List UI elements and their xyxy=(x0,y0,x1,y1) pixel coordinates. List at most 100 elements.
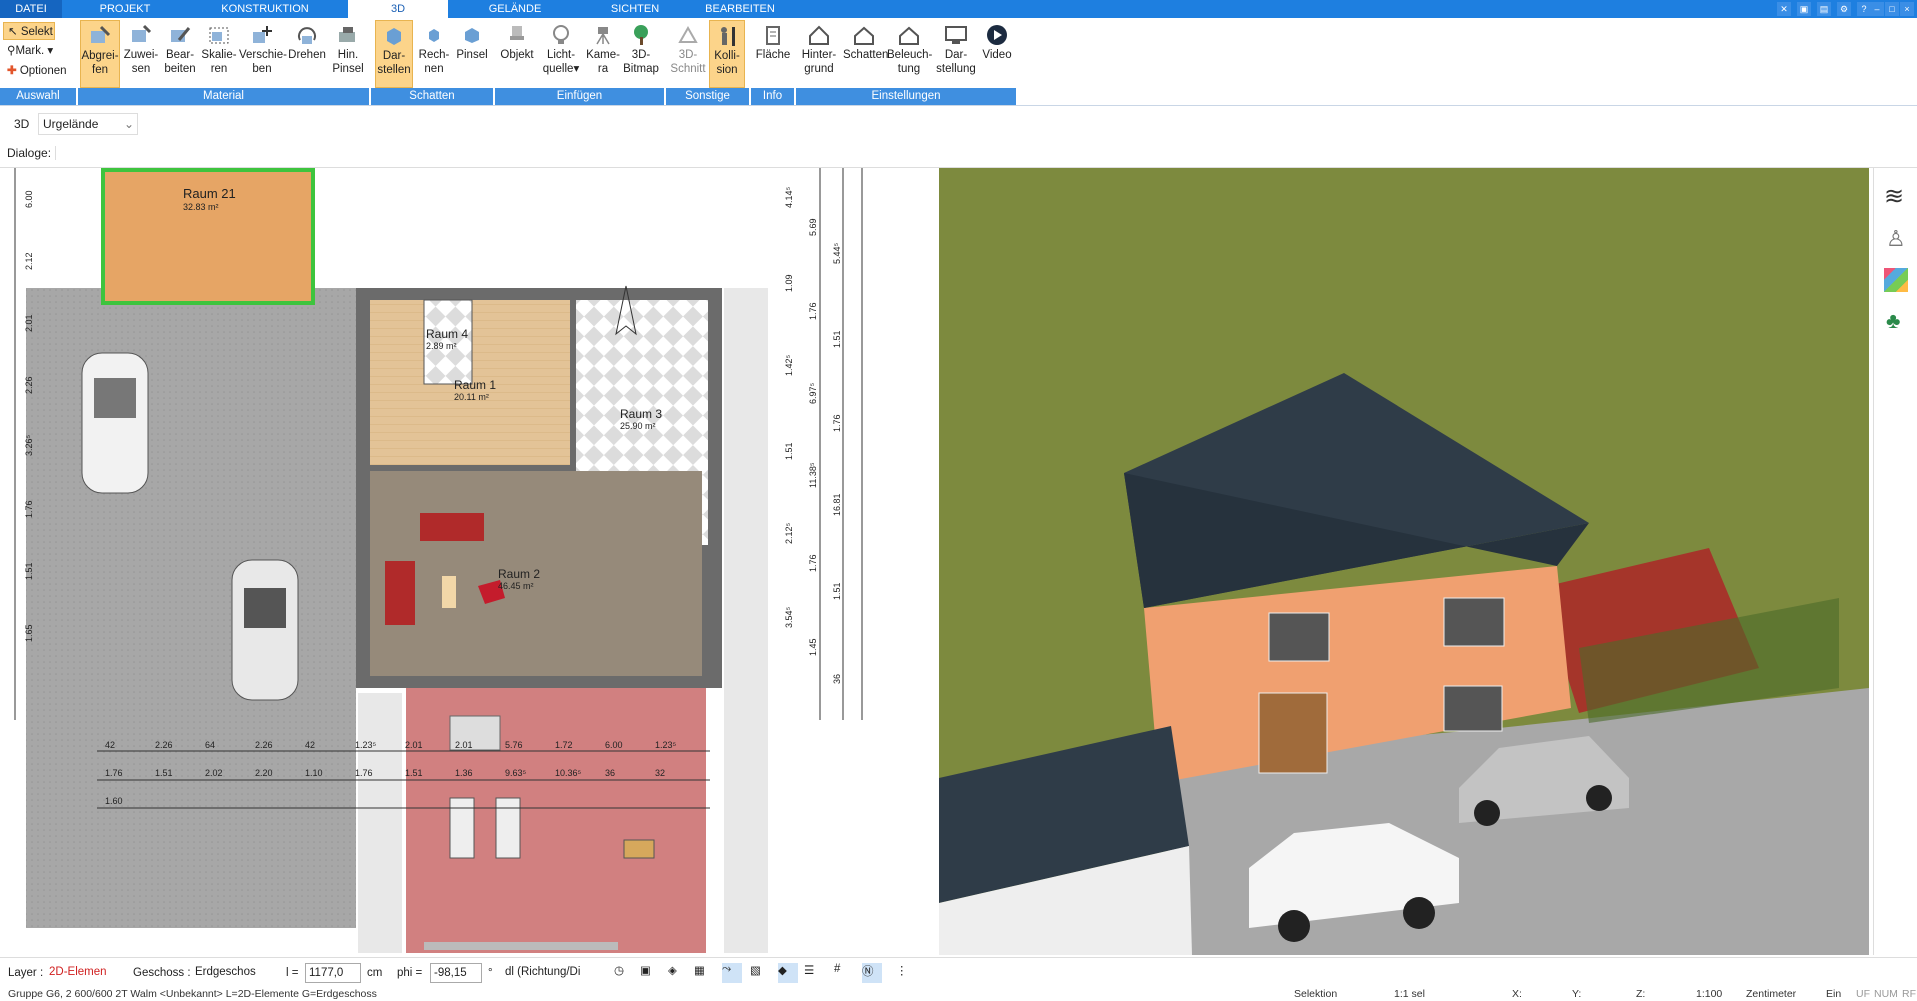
layers-icon[interactable]: ≋ xyxy=(1884,182,1904,211)
close-icon[interactable]: × xyxy=(1900,2,1914,16)
hintergrund-label-2: grund xyxy=(804,63,834,75)
hedge-left xyxy=(358,693,402,953)
box-icon[interactable]: ▦ xyxy=(694,963,714,983)
dl-select[interactable]: dl (Richtung/Di xyxy=(502,963,600,983)
abgreifen-button[interactable]: Abgrei-fen xyxy=(80,20,120,88)
darstellen-button[interactable]: Dar-stellen xyxy=(375,20,413,88)
section-icon xyxy=(678,25,698,43)
flaeche-button[interactable]: Fläche xyxy=(753,20,793,88)
plane-icon[interactable]: ◆ xyxy=(778,963,798,983)
tree-icon xyxy=(634,25,648,45)
hin-pinsel-button[interactable]: Hin. Pinsel xyxy=(329,20,367,88)
dim-label: 36 xyxy=(605,768,615,778)
minimize-icon[interactable]: – xyxy=(1870,2,1884,16)
objekt-button[interactable]: Objekt xyxy=(497,20,537,88)
dim-label: 4.14⁵ xyxy=(784,186,794,208)
drehen-button[interactable]: Drehen xyxy=(287,20,327,88)
length-value: 1177,0 xyxy=(309,967,344,979)
car-top-1[interactable] xyxy=(81,352,149,494)
help-icon[interactable]: ? xyxy=(1857,2,1871,16)
tab-konstruktion[interactable]: KONSTRUKTION xyxy=(205,0,325,18)
lightbulb-icon xyxy=(553,25,569,44)
phi-input[interactable]: -98,15 xyxy=(430,963,482,983)
zuweisen-button[interactable]: Zuwei-sen xyxy=(122,20,160,88)
settings-icon[interactable]: ⚙ xyxy=(1837,2,1851,16)
hintergrund-button[interactable]: Hinter-grund xyxy=(797,20,841,88)
tab-bearbeiten[interactable]: BEARBEITEN xyxy=(700,0,780,18)
plus-icon: ✚ xyxy=(7,65,17,77)
terrain-select[interactable]: Urgelände ⌄ xyxy=(38,113,138,135)
tree-icon[interactable]: ♣ xyxy=(1886,308,1900,334)
tools-icon[interactable]: ✕ xyxy=(1777,2,1791,16)
maximize-icon[interactable]: □ xyxy=(1885,2,1899,16)
mark-button[interactable]: ⚲Mark. ▾ xyxy=(3,42,53,60)
plan-hscrollbar[interactable] xyxy=(424,942,618,950)
grid-icon[interactable]: # xyxy=(834,963,854,983)
tab-sichten[interactable]: SICHTEN xyxy=(595,0,675,18)
coffee-table[interactable] xyxy=(442,576,456,608)
ein-flag: Ein xyxy=(1826,988,1842,1000)
stack-icon[interactable]: ☰ xyxy=(804,963,824,983)
skalieren-label-1: Skalie- xyxy=(201,49,237,61)
schnitt-3d-button[interactable]: 3D- Schnitt xyxy=(669,20,707,88)
schatten-settings-button[interactable]: Schatten xyxy=(843,20,889,88)
north-icon[interactable]: Ⓝ xyxy=(862,963,882,983)
length-input[interactable]: 1177,0 xyxy=(305,963,361,983)
darstellung-button[interactable]: Dar-stellung xyxy=(933,20,979,88)
room-2-name: Raum 2 xyxy=(498,567,540,581)
video-button[interactable]: Video xyxy=(979,20,1015,88)
kamera-button[interactable]: Kame-ra xyxy=(585,20,621,88)
chair-icon[interactable]: ♙ xyxy=(1886,226,1906,252)
armchair[interactable] xyxy=(385,561,415,625)
beleuchtung-button[interactable]: Beleuch-tung xyxy=(887,20,933,88)
tab-3d[interactable]: 3D xyxy=(348,0,448,18)
car-top-2[interactable] xyxy=(231,559,299,701)
floor-plan-view[interactable]: Raum 21 32.83 m² Raum 4 2.89 m² Raum 1 2… xyxy=(0,168,918,955)
dim-label: 36 xyxy=(832,674,842,684)
beleuchtung-label-1: Beleuch- xyxy=(887,49,933,61)
tab-projekt[interactable]: PROJEKT xyxy=(88,0,162,18)
selekt-button[interactable]: ↖ Selekt xyxy=(3,22,55,40)
lounger-1[interactable] xyxy=(449,797,475,859)
tab-datei[interactable]: DATEI xyxy=(0,0,62,18)
layers-toggle-icon[interactable]: ◈ xyxy=(668,963,688,983)
skalieren-button[interactable]: Skalie-ren xyxy=(200,20,238,88)
bitmap-3d-button[interactable]: 3D- Bitmap xyxy=(622,20,660,88)
layout-icon[interactable]: ▤ xyxy=(1817,2,1831,16)
layer-select[interactable]: 2D-Elemen xyxy=(46,963,122,983)
verschieben-button[interactable]: Verschie-ben xyxy=(239,20,287,88)
status-bar: Layer : 2D-Elemen Geschoss : Erdgeschos … xyxy=(0,957,1917,987)
clock-icon[interactable]: ◷ xyxy=(614,963,634,983)
optionen-button[interactable]: ✚ Optionen xyxy=(3,62,67,80)
materials-icon[interactable] xyxy=(1884,268,1908,292)
table[interactable] xyxy=(623,839,655,859)
dim-label: 1.10 xyxy=(305,768,323,778)
dim-label: 3.54⁵ xyxy=(784,606,794,628)
schatten-settings-label: Schatten xyxy=(843,49,889,61)
hatch-icon[interactable]: ▧ xyxy=(750,963,770,983)
rechnen-button[interactable]: Rech-nen xyxy=(415,20,453,88)
geschoss-select[interactable]: Erdgeschos xyxy=(192,963,268,983)
window-icon[interactable]: ▣ xyxy=(1797,2,1811,16)
bearbeiten-button[interactable]: Bear-beiten xyxy=(161,20,199,88)
unit: Zentimeter xyxy=(1746,988,1797,1000)
snap-icon[interactable]: ⤳ xyxy=(722,963,742,983)
geschoss-label: Geschoss : xyxy=(133,967,191,979)
dim-label: 1.51 xyxy=(832,330,842,348)
terrain-value: Urgelände xyxy=(43,117,99,131)
kollision-button[interactable]: Kolli-sion xyxy=(709,20,745,88)
selection-info: Gruppe G6, 2 600/600 2T Walm <Unbekannt>… xyxy=(8,988,377,1000)
group-info: Info xyxy=(751,88,795,105)
rechnen-label-2: nen xyxy=(424,63,444,75)
lounger-2[interactable] xyxy=(495,797,521,859)
sofa[interactable] xyxy=(420,513,484,541)
lichtquelle-button[interactable]: Licht-quelle▾ xyxy=(539,20,583,88)
tab-gelaende[interactable]: GELÄNDE xyxy=(470,0,560,18)
more-icon[interactable]: ⋮ xyxy=(896,963,916,983)
screen-icon[interactable]: ▣ xyxy=(640,963,660,983)
l-unit: cm xyxy=(367,967,383,979)
pinsel-button[interactable]: Pinsel xyxy=(453,20,491,88)
background-icon xyxy=(809,25,829,45)
dim-label: 1.51 xyxy=(832,582,842,600)
3d-view[interactable] xyxy=(939,168,1869,955)
